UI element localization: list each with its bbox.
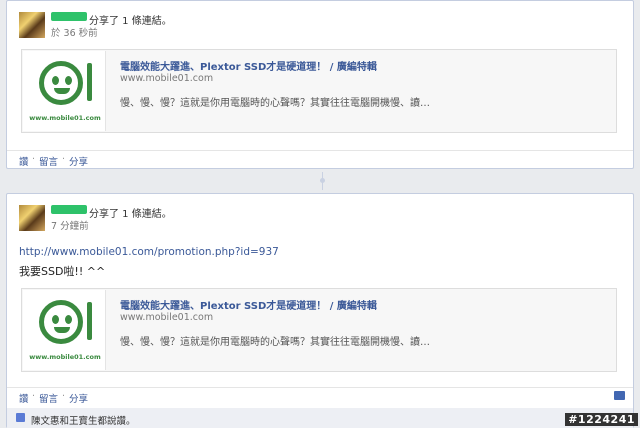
link-url: www.mobile01.com [120,312,214,323]
feed-post-1: 分享了 1 條連結。 於 36 秒前 www.mobile01.com 電腦效能… [6,0,634,169]
share-text: 分享了 1 條連結。 [89,209,172,220]
post-message: 我要SSD啦!! ^^ [19,265,106,278]
comment-link[interactable]: 留言 [39,391,58,405]
link-preview-card[interactable]: www.mobile01.com 電腦效能大躍進、Plextor SSD才是硬道… [21,288,617,372]
feed-post-2: 分享了 1 條連結。 7 分鐘前 http://www.mobile01.com… [6,193,634,428]
link-url: www.mobile01.com [120,73,214,84]
like-link[interactable]: 讚 [19,391,29,405]
logo-site-text: www.mobile01.com [29,353,101,361]
link-thumbnail[interactable]: www.mobile01.com [23,51,106,131]
post-time[interactable]: 於 36 秒前 [51,25,98,39]
avatar[interactable] [19,205,45,231]
separator: · [32,391,36,402]
likes-bar: 陳文惠和王寶生都說讚。 [7,408,633,428]
post-actions: 讚 · 留言 · 分享 [7,387,633,406]
post-time[interactable]: 7 分鐘前 [51,218,89,232]
logo-site-text: www.mobile01.com [29,114,101,122]
logo-bar [87,302,92,340]
shared-url[interactable]: http://www.mobile01.com/promotion.php?id… [19,246,279,258]
likes-summary[interactable]: 陳文惠和王寶生都說讚。 [31,413,136,427]
comment-link[interactable]: 留言 [39,154,58,168]
redacted-name[interactable] [51,205,87,214]
link-preview-card[interactable]: www.mobile01.com 電腦效能大躍進、Plextor SSD才是硬道… [21,49,617,133]
timeline-dot [320,178,325,183]
post-actions: 讚 · 留言 · 分享 [7,150,633,169]
like-link[interactable]: 讚 [19,154,29,168]
link-thumbnail[interactable]: www.mobile01.com [23,290,106,370]
avatar[interactable] [19,12,45,38]
share-link[interactable]: 分享 [69,154,88,168]
thumbs-up-icon [16,413,25,422]
share-link[interactable]: 分享 [69,391,88,405]
separator: · [62,154,66,165]
link-title[interactable]: 電腦效能大躍進、Plextor SSD才是硬道理！ / 廣編特輯 [120,297,377,312]
watermark: #1224241 [565,413,638,426]
redacted-name[interactable] [51,12,87,21]
separator: · [32,154,36,165]
separator: · [62,391,66,402]
logo-bar [87,63,92,101]
mobile01-logo-icon [39,300,83,344]
comment-bubble-icon[interactable] [614,391,625,400]
mobile01-logo-icon [39,61,83,105]
link-description: 慢、慢、慢？這就是你用電腦時的心聲嗎？其實往往電腦開機慢、讀… [120,98,430,109]
link-description: 慢、慢、慢？這就是你用電腦時的心聲嗎？其實往往電腦開機慢、讀… [120,337,430,348]
share-text: 分享了 1 條連結。 [89,16,172,27]
link-title[interactable]: 電腦效能大躍進、Plextor SSD才是硬道理！ / 廣編特輯 [120,58,377,73]
